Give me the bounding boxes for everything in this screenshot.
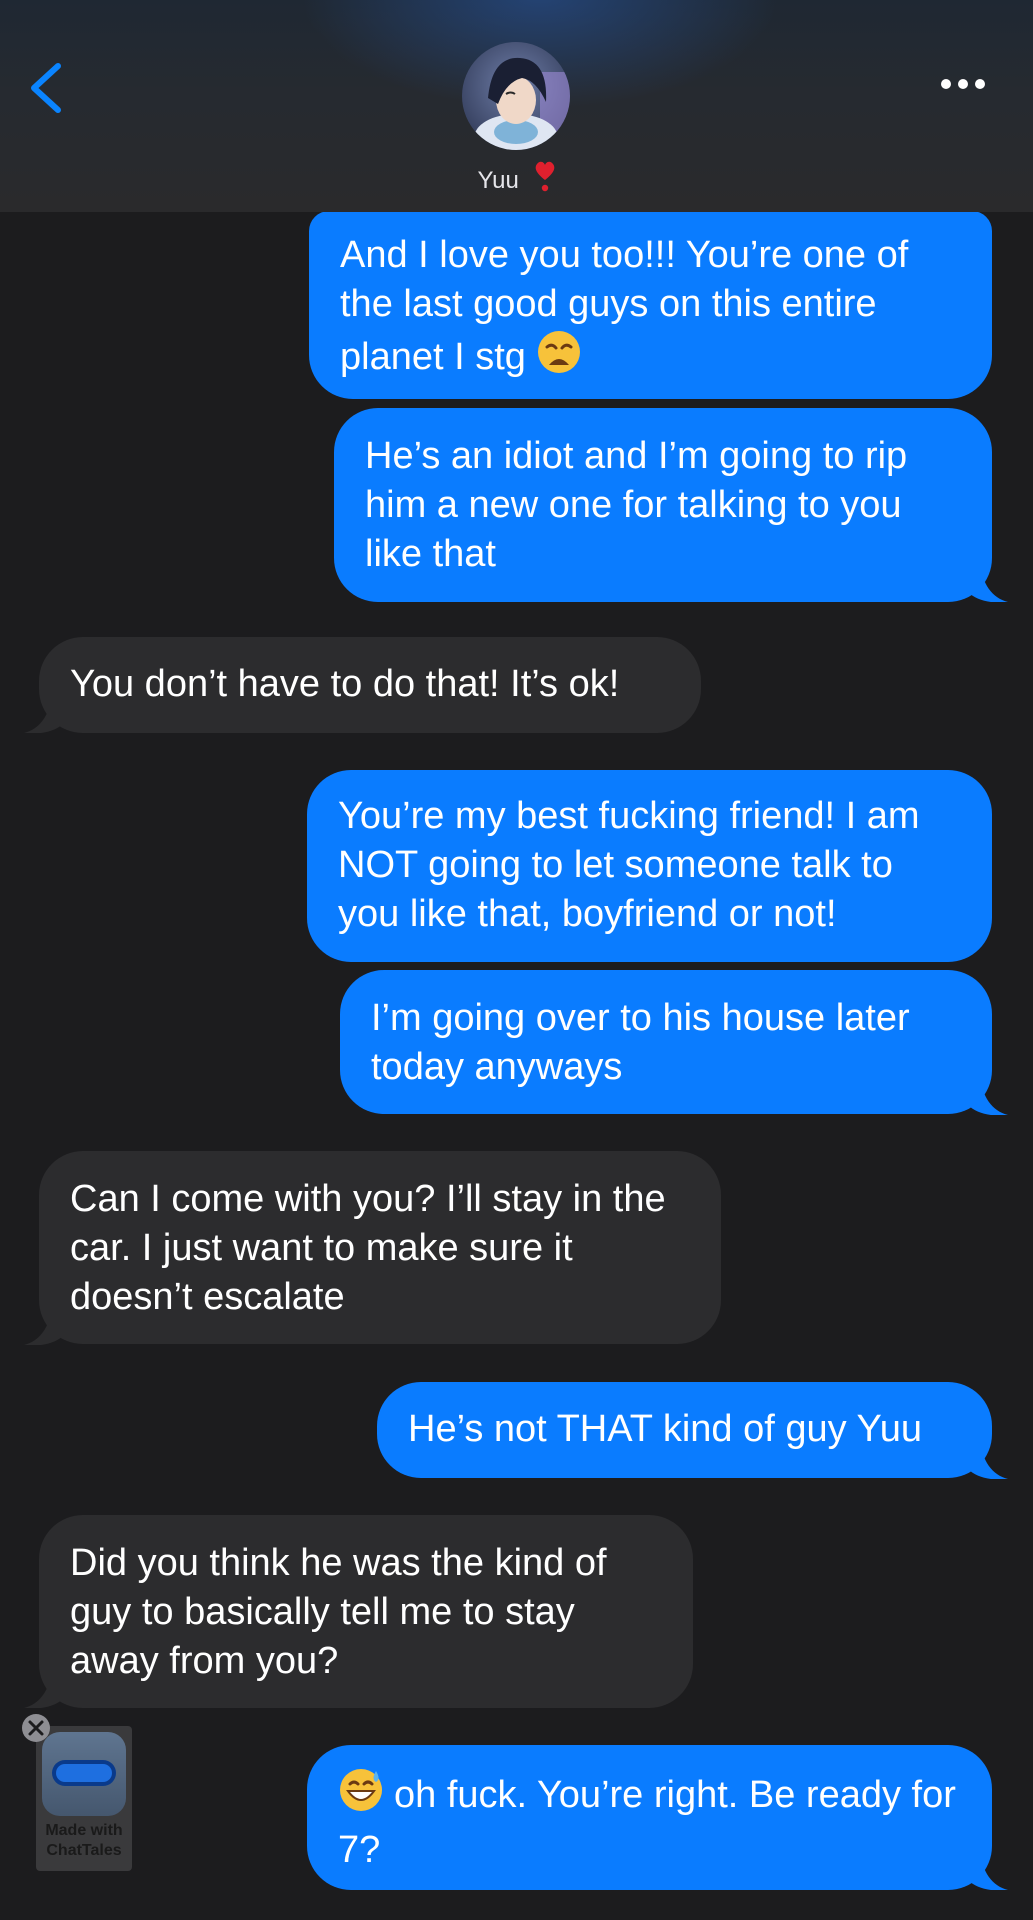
back-button[interactable] (22, 56, 72, 116)
chattales-watermark[interactable]: Made with ChatTales (36, 1726, 132, 1871)
chattales-logo-icon (42, 1732, 126, 1816)
message-bubble-sent[interactable]: oh fuck. You’re right. Be ready for 7? (307, 1745, 992, 1890)
close-x-icon (28, 1720, 44, 1736)
watermark-line2: ChatTales (46, 1842, 122, 1859)
avatar[interactable] (462, 42, 570, 150)
ellipsis-icon (941, 79, 985, 89)
message-text: He’s not THAT kind of guy Yuu (408, 1408, 923, 1450)
conversation-screen: And I love you too!!! You’re one of the … (0, 0, 1033, 1920)
chevron-left-icon (31, 63, 61, 113)
contact-name: Yuu (477, 167, 519, 194)
bubble-tail-received (24, 693, 64, 733)
bubble-tail-sent (968, 1850, 1008, 1890)
message-text: I’m going over to his house later today … (371, 997, 910, 1088)
contact-name-row[interactable]: Yuu (0, 160, 1033, 199)
message-text: Can I come with you? I’ll stay in the ca… (70, 1178, 666, 1318)
bubble-tail-sent (968, 562, 1008, 602)
message-text: You’re my best fucking friend! I am NOT … (338, 795, 920, 935)
message-bubble-received[interactable]: Can I come with you? I’ll stay in the ca… (39, 1151, 721, 1344)
message-bubble-sent[interactable]: I’m going over to his house later today … (340, 970, 992, 1114)
message-text: He’s an idiot and I’m going to rip him a… (365, 435, 908, 575)
bubble-tail-sent (968, 1439, 1008, 1479)
message-bubble-sent[interactable]: And I love you too!!! You’re one of the … (309, 211, 992, 399)
bubble-tail-received (24, 1668, 64, 1708)
more-options-button[interactable] (935, 70, 991, 100)
message-bubble-received[interactable]: Did you think he was the kind of guy to … (39, 1515, 693, 1708)
weary-face-icon (536, 329, 582, 388)
red-heart-exclamation-icon (534, 160, 556, 199)
bubble-tail-received (24, 1305, 64, 1345)
grinning-sweat-face-icon (338, 1767, 384, 1826)
watermark-text: Made with ChatTales (36, 1821, 132, 1861)
message-bubble-sent[interactable]: He’s an idiot and I’m going to rip him a… (334, 408, 992, 602)
message-bubble-sent[interactable]: You’re my best fucking friend! I am NOT … (307, 770, 992, 962)
bubble-tail-sent (968, 1075, 1008, 1115)
message-bubble-received[interactable]: You don’t have to do that! It’s ok! (39, 637, 701, 733)
conversation-header: Yuu (0, 0, 1033, 212)
message-text: Did you think he was the kind of guy to … (70, 1542, 607, 1682)
message-text: And I love you too!!! You’re one of the … (340, 234, 909, 378)
contact-avatar (462, 42, 570, 150)
message-bubble-sent[interactable]: He’s not THAT kind of guy Yuu (377, 1382, 992, 1478)
message-text: You don’t have to do that! It’s ok! (70, 663, 620, 705)
watermark-close-button[interactable] (22, 1714, 50, 1742)
message-text: oh fuck. You’re right. Be ready for 7? (338, 1774, 956, 1871)
watermark-line1: Made with (45, 1822, 123, 1839)
